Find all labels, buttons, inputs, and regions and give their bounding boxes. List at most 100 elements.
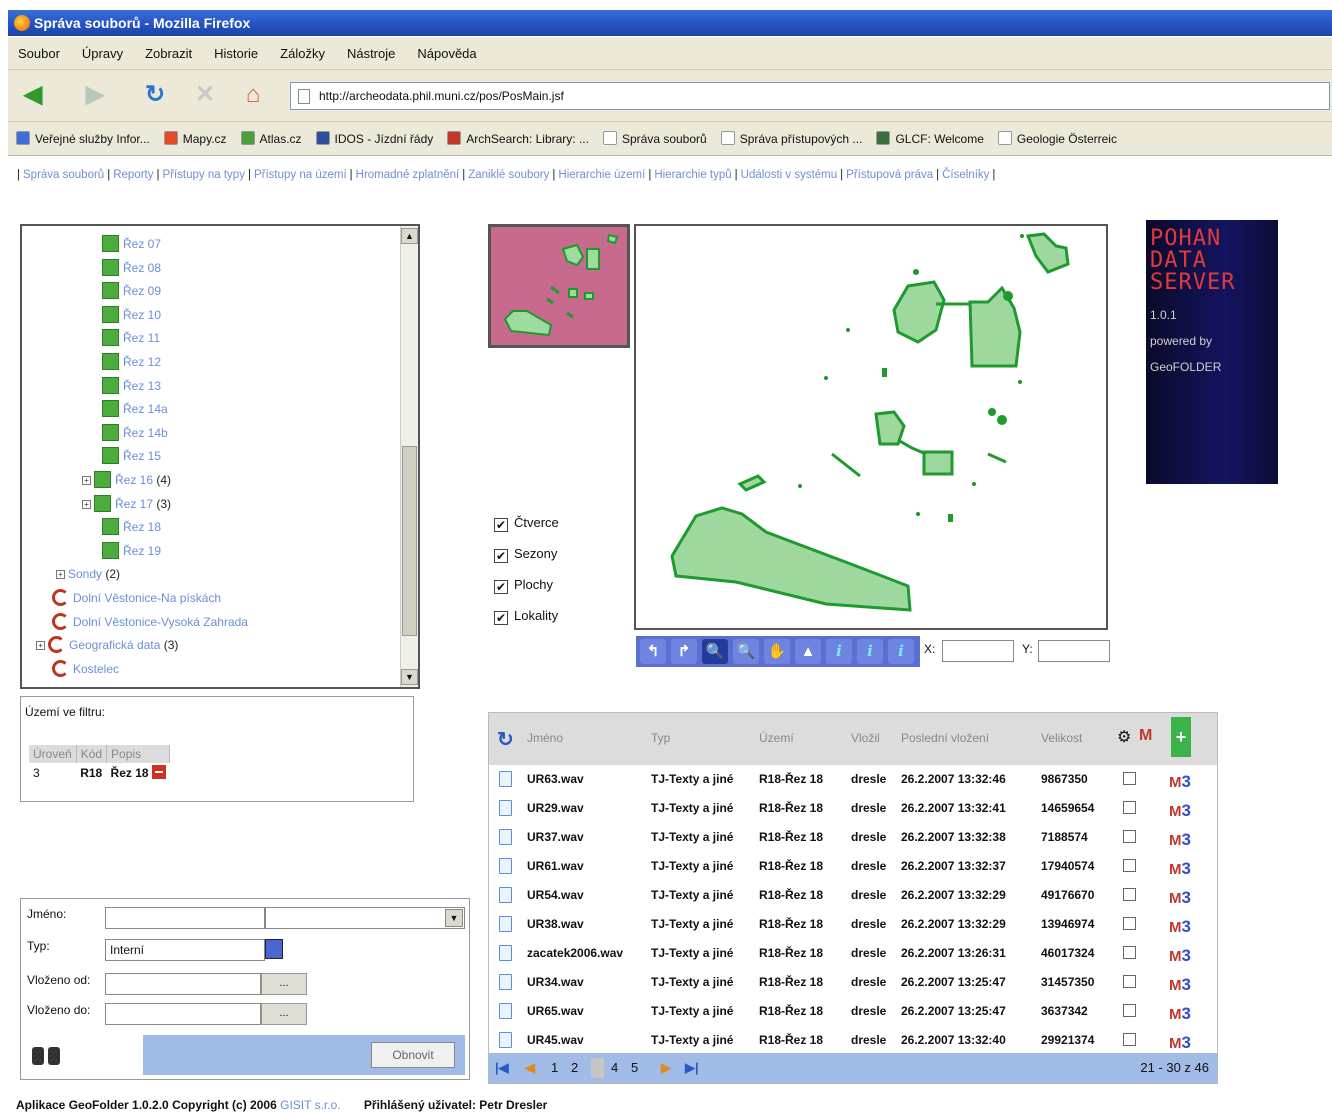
- tree-node[interactable]: + Sondy (2): [56, 564, 120, 584]
- inserted-to-input[interactable]: [105, 1003, 261, 1025]
- tree-node[interactable]: Dolní Věstonice-Vysoká Zahrada: [52, 612, 248, 632]
- page-number[interactable]: 1: [551, 1053, 558, 1083]
- page-number[interactable]: 3: [591, 1058, 605, 1078]
- app-link[interactable]: Přístupová práva: [846, 169, 933, 181]
- row-checkbox[interactable]: [1123, 1004, 1136, 1017]
- file-actions-icon[interactable]: M3: [1169, 946, 1211, 968]
- header-type[interactable]: Typ: [651, 731, 670, 745]
- reload-button[interactable]: ↻: [138, 78, 172, 112]
- info-tool-icon[interactable]: i: [857, 639, 883, 664]
- app-link[interactable]: Přístupy na území: [254, 169, 347, 181]
- scroll-thumb[interactable]: [402, 446, 417, 636]
- app-link[interactable]: Hierarchie území: [558, 169, 645, 181]
- cell-name[interactable]: UR61.wav: [527, 859, 584, 873]
- main-map[interactable]: [634, 224, 1108, 630]
- tree-node[interactable]: Řez 10: [102, 305, 161, 325]
- bookmark-item[interactable]: Geologie Österreic: [997, 131, 1117, 146]
- row-checkbox[interactable]: [1123, 772, 1136, 785]
- tree-node[interactable]: Řez 19: [102, 541, 161, 561]
- next-page-icon[interactable]: ▶: [661, 1053, 671, 1083]
- name-input[interactable]: [105, 907, 265, 929]
- zoom-out-tool-icon[interactable]: 🔍: [733, 639, 759, 664]
- file-actions-icon[interactable]: M3: [1169, 772, 1211, 794]
- file-actions-icon[interactable]: M3: [1169, 1033, 1211, 1055]
- page-number[interactable]: 2: [571, 1053, 578, 1083]
- expand-icon[interactable]: +: [56, 570, 65, 580]
- menu-historie[interactable]: Historie: [214, 46, 258, 61]
- tree-node[interactable]: Řez 15: [102, 446, 161, 466]
- page-number[interactable]: 5: [631, 1053, 638, 1083]
- app-link[interactable]: Přístupy na typy: [162, 169, 244, 181]
- row-checkbox[interactable]: [1123, 830, 1136, 843]
- refresh-icon[interactable]: ↻: [497, 727, 514, 752]
- table-row[interactable]: UR45.wav TJ-Texty a jiné R18-Řez 18 dresle 2…: [489, 1026, 1217, 1055]
- layer-checkbox[interactable]: ✔: [494, 549, 508, 563]
- cell-name[interactable]: UR45.wav: [527, 1033, 584, 1047]
- tree-node[interactable]: Řez 13: [102, 376, 161, 396]
- menu-napoveda[interactable]: Nápověda: [417, 46, 476, 61]
- cell-name[interactable]: UR38.wav: [527, 917, 584, 931]
- expand-icon[interactable]: +: [82, 476, 91, 485]
- y-coordinate-input[interactable]: [1038, 640, 1110, 662]
- prev-page-icon[interactable]: ◀: [525, 1053, 535, 1083]
- tree-node[interactable]: Řez 18: [102, 517, 161, 537]
- overview-minimap[interactable]: [488, 224, 630, 348]
- tree-node[interactable]: Dolní Věstonice-Na pískách: [52, 588, 221, 608]
- app-link[interactable]: Zaniklé soubory: [468, 169, 549, 181]
- app-link[interactable]: Hromadné zplatnění: [356, 169, 460, 181]
- row-checkbox[interactable]: [1123, 859, 1136, 872]
- tree-node[interactable]: + Řez 17 (3): [82, 494, 171, 514]
- pan-tool-icon[interactable]: ✋: [764, 639, 790, 664]
- header-last-insert[interactable]: Poslední vložení: [901, 731, 989, 745]
- scroll-down-button[interactable]: ▼: [401, 669, 418, 685]
- bookmark-item[interactable]: Atlas.cz: [240, 131, 302, 146]
- file-actions-icon[interactable]: M3: [1169, 859, 1211, 881]
- stop-button[interactable]: ✕: [188, 78, 222, 112]
- cell-name[interactable]: UR34.wav: [527, 975, 584, 989]
- header-size[interactable]: Velikost: [1041, 731, 1082, 745]
- table-row[interactable]: UR61.wav TJ-Texty a jiné R18-Řez 18 dresle 2…: [489, 852, 1217, 881]
- row-checkbox[interactable]: [1123, 801, 1136, 814]
- bookmark-item[interactable]: IDOS - Jízdní řády: [315, 131, 433, 146]
- table-row[interactable]: UR29.wav TJ-Texty a jiné R18-Řez 18 dresle 2…: [489, 794, 1217, 823]
- footer-company-link[interactable]: GISIT s.r.o.: [280, 1098, 340, 1112]
- type-picker-button[interactable]: [265, 939, 283, 959]
- expand-icon[interactable]: +: [82, 499, 91, 509]
- menu-zalozky[interactable]: Záložky: [280, 46, 325, 61]
- tree-node[interactable]: Řez 14a: [102, 399, 168, 419]
- file-actions-icon[interactable]: M3: [1169, 975, 1211, 997]
- tree-node[interactable]: Řez 08: [102, 258, 161, 278]
- file-actions-icon[interactable]: M3: [1169, 888, 1211, 910]
- menu-nastroje[interactable]: Nástroje: [347, 46, 395, 61]
- menu-zobrazit[interactable]: Zobrazit: [145, 46, 192, 61]
- undo-tool-icon[interactable]: ↰: [640, 639, 666, 664]
- row-checkbox[interactable]: [1123, 975, 1136, 988]
- tree-node[interactable]: Řez 07: [102, 234, 161, 254]
- refresh-button[interactable]: Obnovit: [371, 1042, 455, 1068]
- name-select[interactable]: ▼: [265, 907, 465, 929]
- table-row[interactable]: UR37.wav TJ-Texty a jiné R18-Řez 18 dresle 2…: [489, 823, 1217, 852]
- cell-name[interactable]: UR54.wav: [527, 888, 584, 902]
- last-page-icon[interactable]: ▶|: [685, 1053, 699, 1083]
- layer-checkbox[interactable]: ✔: [494, 580, 508, 594]
- bookmark-item[interactable]: Veřejné služby Infor...: [16, 131, 150, 146]
- type-input[interactable]: Interní: [105, 939, 265, 961]
- tree-node[interactable]: Řez 12: [102, 352, 161, 372]
- bookmark-item[interactable]: Správa přístupových ...: [720, 131, 862, 146]
- fit-extent-tool-icon[interactable]: ▲: [795, 639, 821, 664]
- table-row[interactable]: zacatek2006.wav TJ-Texty a jiné R18-Řez 18…: [489, 939, 1217, 968]
- info-table-tool-icon[interactable]: i: [888, 639, 914, 664]
- row-checkbox[interactable]: [1123, 946, 1136, 959]
- bookmark-item[interactable]: Mapy.cz: [163, 131, 227, 146]
- page-number[interactable]: 4: [611, 1053, 618, 1083]
- file-actions-icon[interactable]: M3: [1169, 801, 1211, 823]
- date-to-button[interactable]: ...: [261, 1003, 307, 1025]
- row-checkbox[interactable]: [1123, 1033, 1136, 1046]
- tree-node[interactable]: Řez 11: [102, 328, 160, 348]
- header-tools-icon[interactable]: ⚙: [1117, 727, 1131, 747]
- home-button[interactable]: ⌂: [236, 78, 270, 112]
- menu-soubor[interactable]: Soubor: [18, 46, 60, 61]
- add-file-icon[interactable]: +: [1171, 717, 1191, 757]
- app-link[interactable]: Správa souborů: [23, 169, 104, 181]
- file-actions-icon[interactable]: M3: [1169, 1004, 1211, 1026]
